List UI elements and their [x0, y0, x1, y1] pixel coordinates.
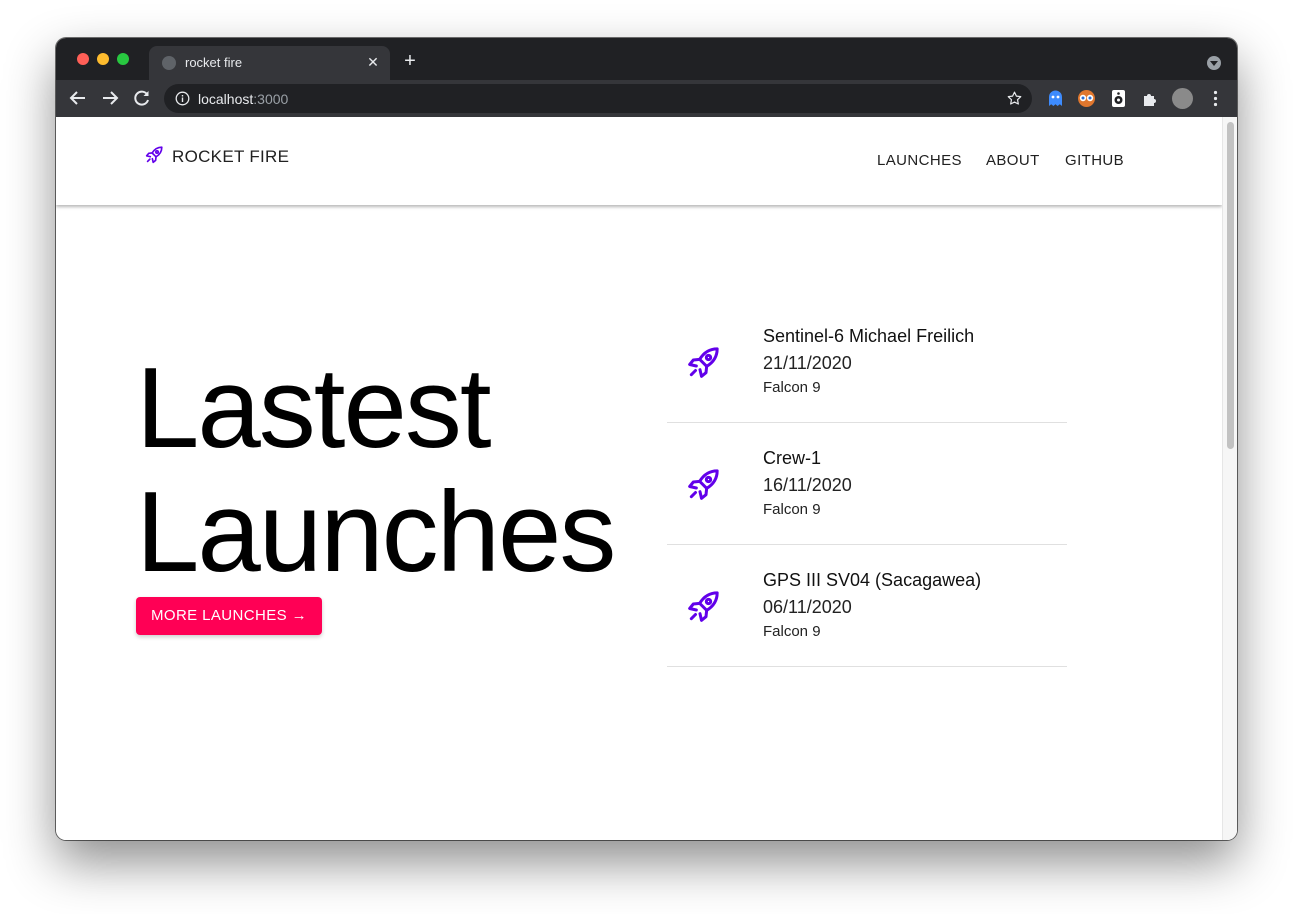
- new-tab-button[interactable]: +: [400, 51, 420, 71]
- tab-strip: rocket fire ✕ +: [56, 38, 1237, 80]
- reload-icon: [134, 90, 149, 106]
- rocket-icon: [688, 469, 719, 500]
- back-button[interactable]: [67, 87, 89, 109]
- maximize-window-button[interactable]: [117, 53, 129, 65]
- url-port: :3000: [253, 91, 289, 107]
- url-text: localhost:3000: [198, 91, 288, 107]
- profile-avatar[interactable]: [1172, 88, 1193, 109]
- arrow-left-icon: [69, 91, 85, 105]
- launch-item[interactable]: GPS III SV04 (Sacagawea) 06/11/2020 Falc…: [667, 545, 1067, 667]
- rocket-icon: [688, 591, 719, 622]
- address-bar[interactable]: localhost:3000: [164, 84, 1032, 113]
- nav-github[interactable]: GITHUB: [1065, 152, 1124, 169]
- app-header: ROCKET FIRE LAUNCHES ABOUT GITHUB: [56, 117, 1222, 205]
- launch-rocket: Falcon 9: [763, 501, 821, 518]
- launch-name: Crew-1: [763, 448, 822, 468]
- forward-button[interactable]: [99, 87, 121, 109]
- tab-title: rocket fire: [185, 55, 243, 70]
- owl-extension-icon[interactable]: [1077, 89, 1096, 108]
- arrow-right-icon: [103, 91, 119, 105]
- page-viewport: ROCKET FIRE LAUNCHES ABOUT GITHUB Lastes…: [56, 117, 1237, 840]
- puzzle-extensions-icon[interactable]: [1141, 89, 1160, 108]
- scrollbar-thumb[interactable]: [1227, 122, 1234, 449]
- rocket-icon: [145, 145, 163, 163]
- launch-list: Sentinel-6 Michael Freilich 21/11/2020 F…: [667, 301, 1067, 667]
- nav-about[interactable]: ABOUT: [986, 152, 1040, 169]
- close-tab-icon[interactable]: ✕: [364, 53, 382, 71]
- info-icon[interactable]: [175, 91, 190, 106]
- url-host: localhost: [198, 91, 254, 107]
- nav-launches[interactable]: LAUNCHES: [877, 152, 962, 169]
- reload-button[interactable]: [131, 87, 153, 109]
- browser-toolbar: localhost:3000 0: [56, 80, 1237, 149]
- rocket-icon: [688, 347, 719, 378]
- launch-rocket: Falcon 9: [763, 379, 821, 396]
- launch-item[interactable]: Crew-1 16/11/2020 Falcon 9: [667, 423, 1067, 545]
- ghost-extension-icon[interactable]: [1046, 89, 1065, 108]
- launch-name: Sentinel-6 Michael Freilich: [763, 326, 975, 346]
- launch-item[interactable]: Sentinel-6 Michael Freilich 21/11/2020 F…: [667, 301, 1067, 423]
- brand-name: ROCKET FIRE: [172, 147, 290, 166]
- speaker-extension-icon[interactable]: [1109, 89, 1128, 108]
- more-launches-button[interactable]: MORE LAUNCHES →: [136, 597, 322, 635]
- page-scrollbar[interactable]: [1222, 117, 1237, 840]
- globe-icon: [162, 56, 176, 70]
- launch-name: GPS III SV04 (Sacagawea): [763, 570, 982, 590]
- launch-rocket: Falcon 9: [763, 623, 821, 640]
- more-menu-icon[interactable]: [1206, 89, 1225, 108]
- minimize-window-button[interactable]: [97, 53, 109, 65]
- hero-title-line-1: Lastest: [136, 345, 492, 472]
- tab-search-icon[interactable]: [1207, 56, 1221, 70]
- close-window-button[interactable]: [77, 53, 89, 65]
- brand-logo[interactable]: ROCKET FIRE: [143, 145, 289, 169]
- launch-date: 06/11/2020: [763, 597, 852, 617]
- hero-title: Lastest Launches: [136, 345, 616, 596]
- hero-title-line-2: Launches: [136, 469, 616, 596]
- launch-date: 21/11/2020: [763, 353, 852, 373]
- browser-window: rocket fire ✕ + localhost:3000 ROCKET FI…: [56, 38, 1237, 840]
- launch-date: 16/11/2020: [763, 475, 852, 495]
- browser-tab[interactable]: rocket fire ✕: [149, 46, 390, 80]
- bookmark-star-icon[interactable]: [1006, 90, 1023, 107]
